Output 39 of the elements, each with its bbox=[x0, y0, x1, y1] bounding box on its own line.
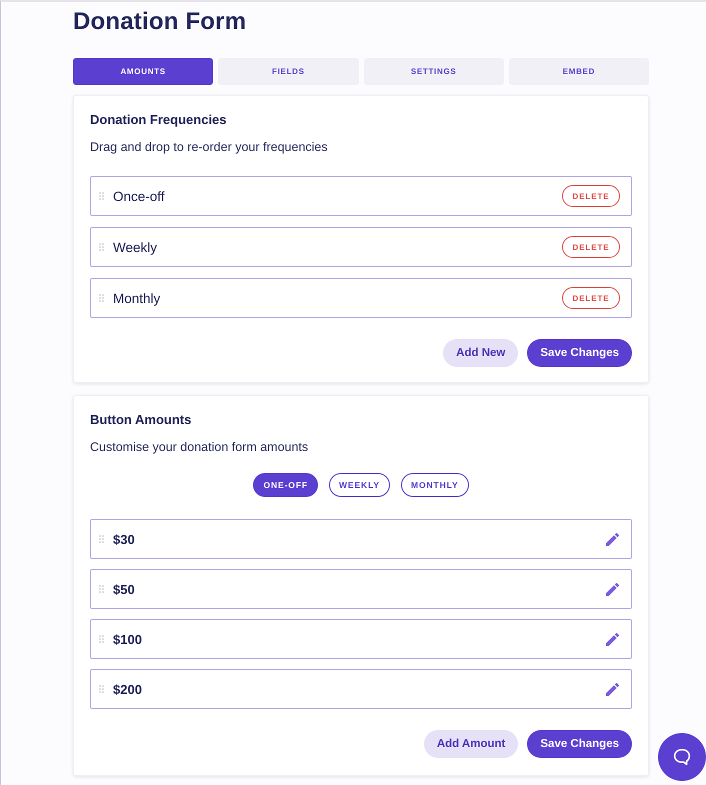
save-button[interactable]: Save Changes bbox=[527, 339, 632, 367]
pencil-icon[interactable] bbox=[606, 632, 619, 646]
tab[interactable]: SETTINGS bbox=[364, 58, 504, 85]
card-subtitle: Drag and drop to re-order your frequencies bbox=[90, 139, 329, 155]
drag-handle-icon[interactable] bbox=[99, 685, 104, 693]
amount-label: $100 bbox=[113, 632, 143, 646]
pencil-icon[interactable] bbox=[606, 682, 619, 696]
frequency-filter[interactable]: WEEKLY bbox=[329, 473, 390, 497]
drag-handle-icon[interactable] bbox=[99, 585, 104, 593]
add-button[interactable]: Add New bbox=[443, 339, 518, 367]
drag-handle-icon[interactable] bbox=[99, 535, 104, 543]
amount-label: $50 bbox=[113, 582, 136, 596]
frequency-label: Once-off bbox=[113, 188, 166, 204]
pencil-icon[interactable] bbox=[606, 582, 619, 596]
drag-handle-icon[interactable] bbox=[99, 243, 104, 251]
delete-button[interactable]: DELETE bbox=[562, 287, 620, 309]
amount-label: $200 bbox=[113, 682, 143, 696]
card-title: Donation Frequencies bbox=[90, 112, 228, 128]
frequency-filter[interactable]: ONE-OFF bbox=[253, 473, 318, 497]
frequency-label: Monthly bbox=[113, 290, 162, 306]
drag-handle-icon[interactable] bbox=[99, 192, 104, 200]
frequency-filter[interactable]: MONTHLY bbox=[400, 473, 469, 497]
save-button[interactable]: Save Changes bbox=[527, 730, 632, 758]
delete-button[interactable]: DELETE bbox=[562, 236, 620, 258]
speech-bubble-icon bbox=[671, 746, 693, 768]
drag-handle-icon[interactable] bbox=[99, 294, 104, 302]
tab[interactable]: EMBED bbox=[508, 58, 649, 85]
page-title: Donation Form bbox=[73, 7, 248, 37]
pencil-icon[interactable] bbox=[606, 532, 619, 546]
amount-label: $30 bbox=[113, 532, 136, 546]
card-title: Button Amounts bbox=[90, 412, 192, 428]
chat-button[interactable] bbox=[658, 733, 706, 781]
tab[interactable]: FIELDS bbox=[218, 58, 358, 85]
delete-button[interactable]: DELETE bbox=[562, 185, 620, 207]
tab[interactable]: AMOUNTS bbox=[73, 58, 214, 85]
frequency-label: Weekly bbox=[113, 240, 158, 254]
drag-handle-icon[interactable] bbox=[99, 635, 104, 643]
add-button[interactable]: Add Amount bbox=[424, 730, 518, 758]
card-subtitle: Customise your donation form amounts bbox=[90, 439, 310, 455]
